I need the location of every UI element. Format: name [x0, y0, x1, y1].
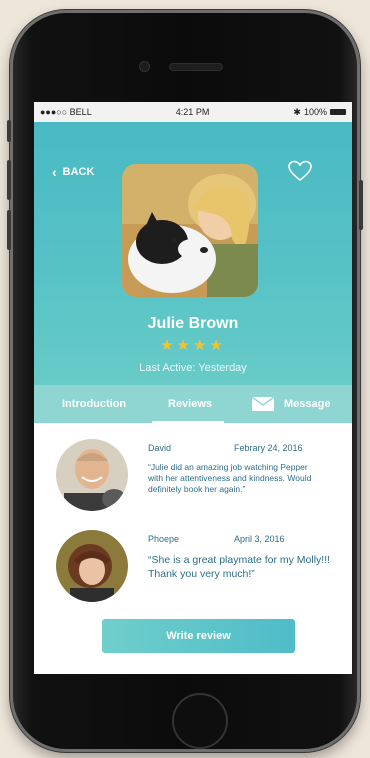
reviewer-avatar[interactable] [56, 530, 128, 602]
heart-icon[interactable] [288, 160, 312, 182]
tab-reviews-label: Reviews [168, 398, 213, 410]
back-button[interactable]: ‹ BACK [52, 163, 95, 180]
rating-stars: ★★★★ [160, 337, 226, 354]
status-right: ✱ 100% [293, 107, 346, 118]
tab-reviews[interactable]: Reviews [168, 385, 212, 423]
back-label: BACK [62, 166, 95, 178]
volume-up-button [7, 160, 11, 200]
power-button [359, 180, 363, 230]
status-carrier: ●●●○○ BELL [40, 107, 92, 117]
active-tab-indicator [152, 421, 224, 423]
reviewer-name: David [148, 443, 172, 453]
write-review-label: Write review [166, 630, 231, 642]
status-time: 4:21 PM [175, 107, 210, 117]
review-item: Phoepe April 3, 2016 “She is a great pla… [56, 530, 336, 606]
review-date: Febrary 24, 2016 [234, 443, 303, 453]
tab-message-label: Message [284, 398, 331, 410]
volume-down-button [7, 210, 11, 250]
status-bar: ●●●○○ BELL 4:21 PM ✱ 100% [34, 102, 352, 122]
profile-name: Julie Brown [147, 315, 239, 332]
review-text: “Julie did an amazing job watching Peppe… [148, 462, 312, 495]
review-item: David Febrary 24, 2016 “Julie did an ama… [56, 439, 336, 519]
status-battery: 100% [303, 107, 327, 117]
write-review-button[interactable]: Write review [102, 619, 295, 653]
bluetooth-icon: ✱ [293, 106, 301, 117]
tab-message[interactable]: Message [252, 385, 330, 423]
front-camera [140, 62, 149, 71]
envelope-icon [252, 397, 274, 411]
home-button[interactable] [172, 693, 228, 749]
tab-introduction-label: Introduction [62, 398, 127, 410]
profile-tabs: Introduction Reviews Message [34, 385, 352, 423]
last-active-text: Last Active: Yesterday [139, 362, 247, 374]
earpiece-speaker [170, 64, 222, 70]
battery-icon [330, 109, 346, 115]
tab-introduction[interactable]: Introduction [62, 385, 126, 423]
app-screen: ●●●○○ BELL 4:21 PM ✱ 100% ‹ BACK Julie B… [34, 102, 352, 674]
review-text: “She is a great playmate for my Molly!!!… [148, 554, 331, 580]
reviewer-name: Phoepe [148, 534, 180, 544]
profile-photo [122, 164, 258, 297]
reviewer-avatar[interactable] [56, 439, 128, 511]
review-date: April 3, 2016 [234, 534, 285, 544]
mute-switch [7, 120, 11, 142]
profile-header: ‹ BACK Julie Brown ★★★★ Last Active: Yes… [34, 122, 352, 385]
chevron-left-icon: ‹ [52, 163, 57, 180]
